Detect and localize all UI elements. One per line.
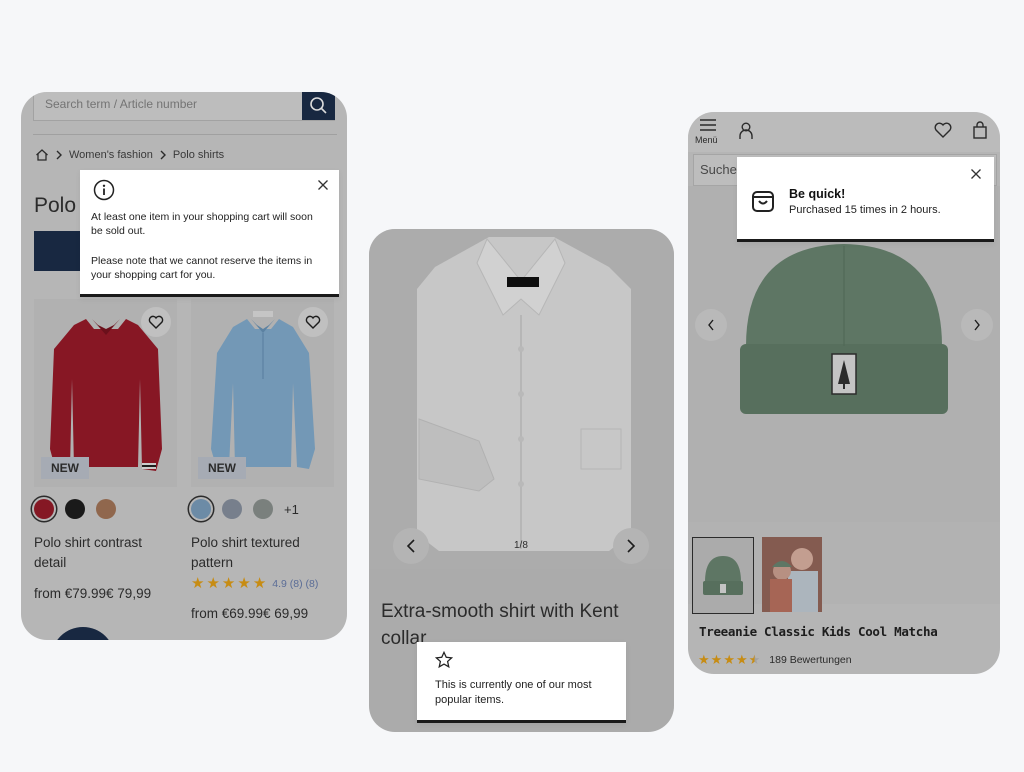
star-icon: ★: [698, 652, 710, 667]
chevron-right-icon: [627, 539, 636, 553]
popup-message: This is currently one of our most popula…: [435, 679, 592, 706]
new-badge: NEW: [198, 457, 246, 479]
popup-message: Purchased 15 times in 2 hours.: [789, 204, 941, 216]
low-stock-popup: At least one item in your shopping cart …: [80, 170, 339, 297]
cart-bag-icon[interactable]: [972, 121, 988, 139]
swatch-black[interactable]: [65, 499, 85, 519]
thumbnail-strip: [688, 522, 1000, 614]
heart-icon: [305, 315, 321, 329]
search-placeholder: Search term / Article number: [45, 97, 198, 111]
rating-text[interactable]: 4.9 (8) (8): [272, 578, 318, 590]
thumbnail-lifestyle[interactable]: [762, 537, 822, 612]
swatch-grey-green[interactable]: [253, 499, 273, 519]
product-name[interactable]: Polo shirt textured pattern: [191, 533, 331, 573]
breadcrumb-item-womens-fashion[interactable]: Women's fashion: [69, 149, 153, 161]
close-icon[interactable]: [317, 179, 329, 191]
chevron-right-icon: [56, 150, 62, 160]
star-rating: ★ ★ ★ ★ ★ 4.9 (8) (8): [191, 576, 318, 591]
chevron-right-icon: [160, 150, 166, 160]
prev-image-button[interactable]: [695, 309, 727, 341]
star-icon: ★: [252, 575, 267, 592]
star-icon: ★: [191, 575, 205, 592]
info-icon: [93, 179, 115, 201]
star-outline-icon: [435, 651, 453, 669]
swatch-grey-blue[interactable]: [222, 499, 242, 519]
search-input[interactable]: Search term / Article number: [33, 92, 335, 121]
chevron-left-icon: [406, 539, 415, 553]
prev-image-button[interactable]: [393, 528, 429, 564]
swatch-light-blue[interactable]: [191, 499, 211, 519]
floating-action-button[interactable]: [51, 627, 115, 640]
product-name: Treeanie Classic Kids Cool Matcha: [699, 624, 938, 639]
user-icon[interactable]: [738, 122, 754, 140]
star-icon: ★: [221, 575, 236, 592]
thumbnail-beanie[interactable]: [692, 537, 754, 614]
breadcrumb: Women's fashion Polo shirts: [35, 147, 224, 163]
wishlist-button[interactable]: [141, 307, 171, 337]
product-name[interactable]: Polo shirt contrast detail: [34, 533, 174, 573]
be-quick-popup: Be quick! Purchased 15 times in 2 hours.: [737, 157, 994, 242]
shopping-bag-icon: [752, 191, 774, 212]
app-header: Menü: [688, 112, 1000, 152]
star-rating: ★ ★ ★ ★ ★ 189 Bewertungen: [698, 652, 852, 667]
product-card-red-polo[interactable]: NEW: [34, 299, 177, 487]
rating-count[interactable]: 189 Bewertungen: [769, 654, 851, 666]
popup-message: At least one item in your shopping cart …: [91, 211, 313, 237]
breadcrumb-item-polo-shirts[interactable]: Polo shirts: [173, 149, 224, 161]
page-title: Polo: [34, 194, 77, 217]
swatch-brown[interactable]: [96, 499, 116, 519]
star-icon: ★: [735, 652, 748, 667]
star-icon: ★: [237, 575, 251, 592]
image-counter: 1/8: [514, 540, 528, 551]
chevron-right-icon: [974, 319, 980, 331]
star-icon: ★: [723, 652, 735, 667]
heart-icon: [148, 315, 164, 329]
menu-icon[interactable]: [699, 118, 717, 132]
half-star-icon: ★: [748, 652, 761, 667]
wishlist-button[interactable]: [298, 307, 328, 337]
chevron-left-icon: [708, 319, 714, 331]
thumbnail-image: [762, 537, 822, 612]
filter-button[interactable]: [34, 231, 84, 271]
next-image-button[interactable]: [613, 528, 649, 564]
color-swatches: [34, 499, 116, 519]
popup-note: Please note that we cannot reserve the i…: [91, 255, 313, 281]
home-icon[interactable]: [35, 148, 49, 162]
product-card-blue-polo[interactable]: NEW: [191, 299, 334, 487]
product-image-green-beanie: [740, 244, 948, 414]
search-button[interactable]: [302, 92, 335, 120]
divider: [33, 134, 337, 135]
search-placeholder: Suche: [700, 162, 737, 177]
product-image-white-shirt: [369, 229, 674, 569]
close-icon[interactable]: [970, 168, 982, 180]
more-colors-count[interactable]: +1: [284, 502, 299, 517]
product-price: from €69.99€ 69,99: [191, 606, 309, 621]
thumbnail-image: [703, 556, 743, 595]
popular-item-popup: This is currently one of our most popula…: [417, 642, 626, 723]
search-icon: [310, 97, 327, 114]
star-icon: ★: [710, 652, 723, 667]
swatch-red[interactable]: [34, 499, 54, 519]
heart-icon[interactable]: [934, 122, 952, 138]
next-image-button[interactable]: [961, 309, 993, 341]
product-price: from €79.99€ 79,99: [34, 586, 152, 601]
star-icon: ★: [206, 575, 220, 592]
new-badge: NEW: [41, 457, 89, 479]
color-swatches: +1: [191, 499, 299, 519]
menu-label[interactable]: Menü: [695, 135, 718, 145]
popup-title: Be quick!: [789, 187, 846, 201]
